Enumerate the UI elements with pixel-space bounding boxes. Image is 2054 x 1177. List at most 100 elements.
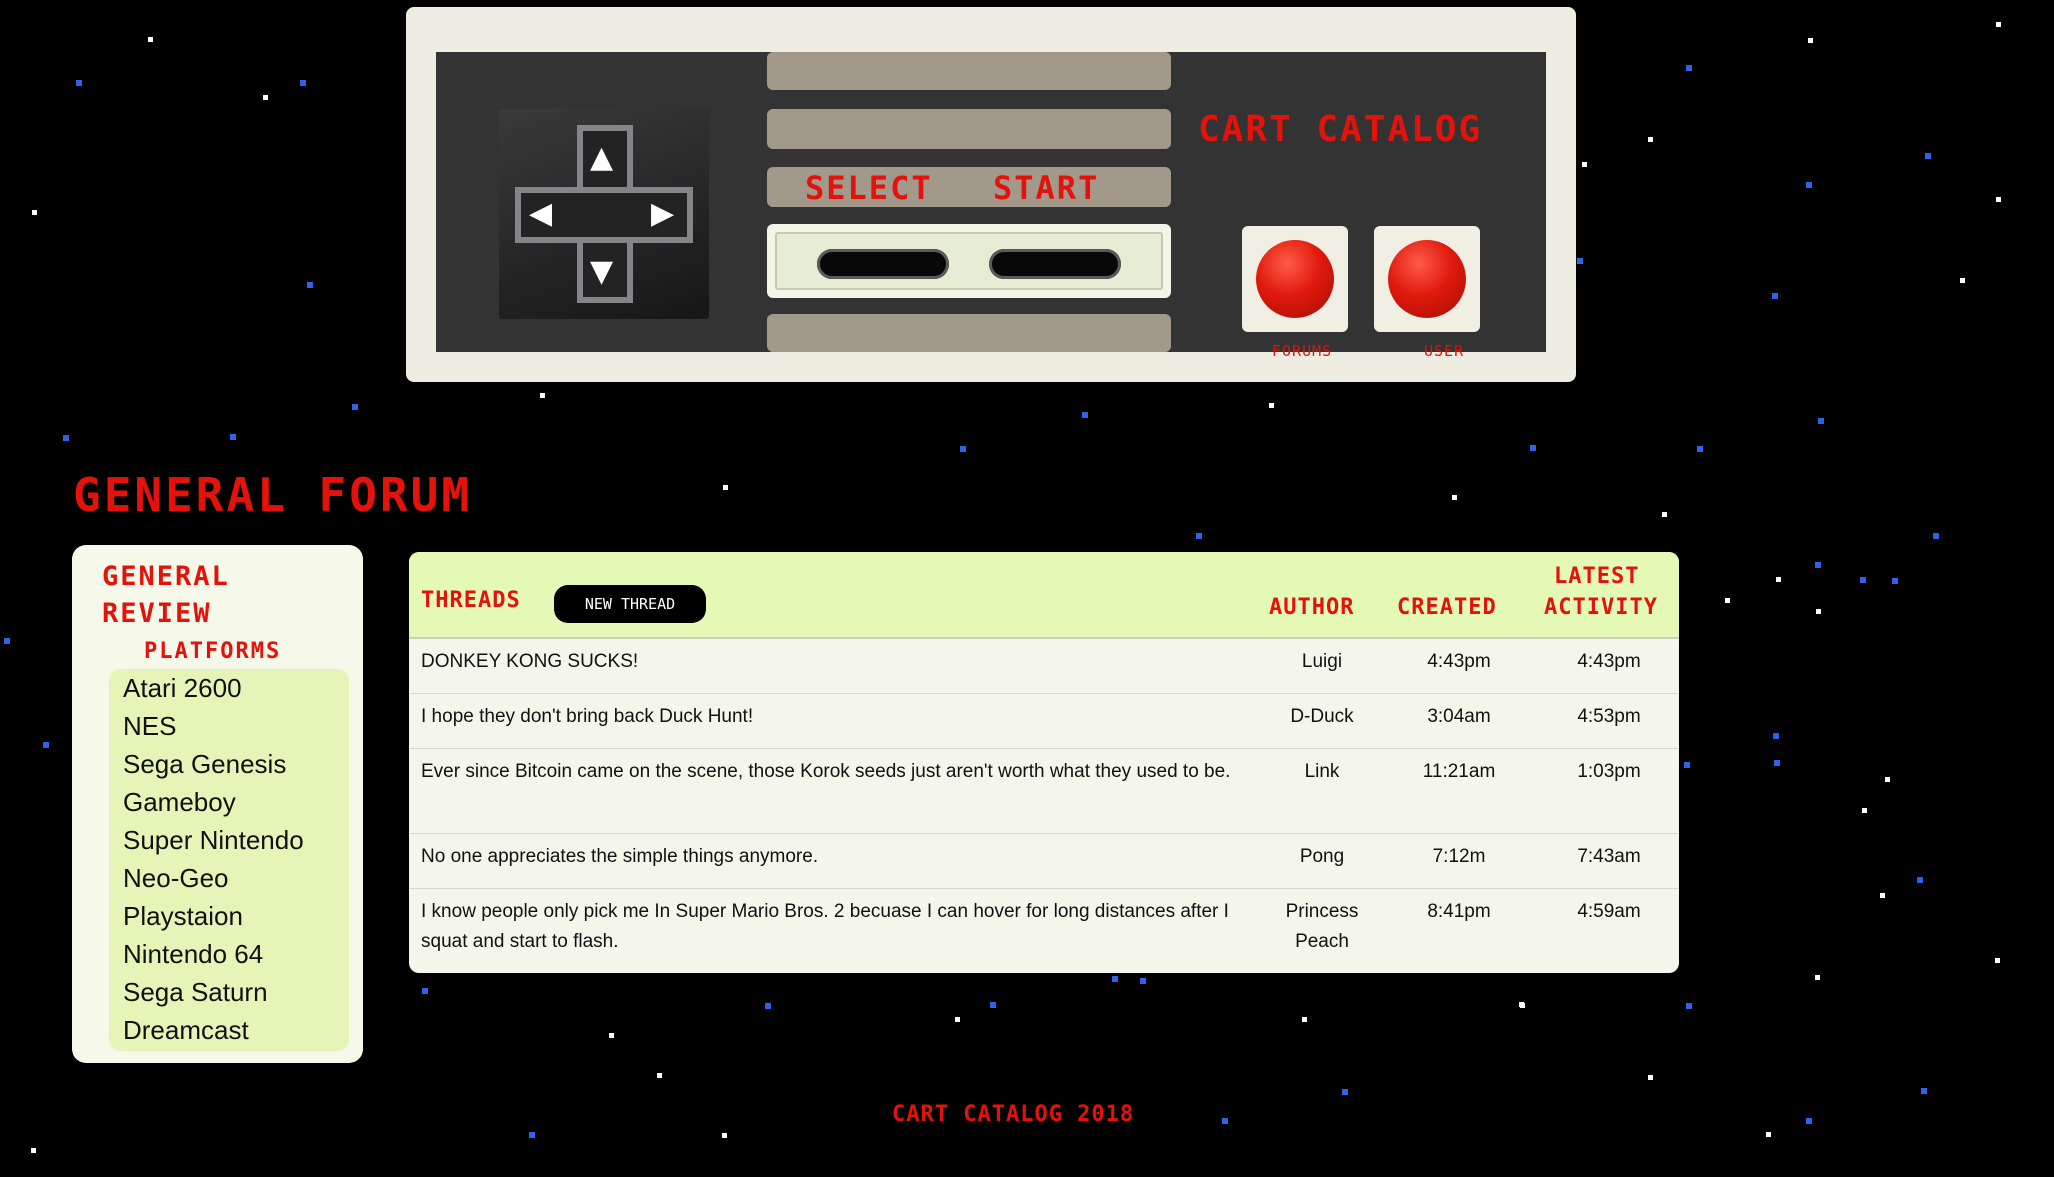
thread-title[interactable]: No one appreciates the simple things any… <box>421 842 1251 872</box>
thread-author: Pong <box>1299 846 1345 867</box>
star <box>1342 1089 1348 1095</box>
star <box>609 1033 614 1038</box>
latest-activity-header: LATEST <box>1554 564 1640 589</box>
star <box>1582 162 1587 167</box>
platform-item[interactable]: Super Nintendo <box>109 821 349 859</box>
star <box>1860 577 1866 583</box>
star <box>43 742 49 748</box>
star <box>540 393 545 398</box>
star <box>1222 1118 1228 1124</box>
star <box>1662 512 1667 517</box>
star <box>529 1132 535 1138</box>
star <box>1933 533 1939 539</box>
star <box>1302 1017 1307 1022</box>
star <box>1686 65 1692 71</box>
start-label: START <box>993 169 1100 207</box>
thread-title[interactable]: I know people only pick me In Super Mari… <box>421 897 1251 957</box>
controller-stripe <box>767 109 1171 149</box>
thread-author: Link <box>1304 761 1340 782</box>
platform-item[interactable]: Playstaion <box>109 897 349 935</box>
thread-title[interactable]: DONKEY KONG SUCKS! <box>421 647 1251 677</box>
star <box>1995 958 2000 963</box>
star <box>1816 609 1821 614</box>
sidebar-platforms-heading: PLATFORMS <box>144 639 282 664</box>
star <box>657 1073 662 1078</box>
star <box>1815 562 1821 568</box>
table-row[interactable]: Ever since Bitcoin came on the scene, th… <box>409 749 1679 834</box>
star <box>1725 598 1730 603</box>
star <box>1815 975 1820 980</box>
platform-item[interactable]: Sega Saturn <box>109 973 349 1011</box>
star <box>1577 258 1583 264</box>
platform-item[interactable]: Atari 2600 <box>109 669 349 707</box>
star <box>1686 1003 1692 1009</box>
dpad: ▲ ▼ ◀ ▶ <box>499 109 709 319</box>
select-start-panel-inner <box>775 232 1163 290</box>
star <box>1862 808 1867 813</box>
star <box>1269 403 1274 408</box>
arrow-right-icon: ▶ <box>651 196 675 231</box>
new-thread-button[interactable]: NEW THREAD <box>554 585 706 623</box>
select-start-label-bar: SELECT START <box>767 167 1171 207</box>
thread-title[interactable]: Ever since Bitcoin came on the scene, th… <box>421 757 1251 787</box>
arrow-left-icon: ◀ <box>529 196 553 231</box>
star <box>307 282 313 288</box>
star <box>148 37 153 42</box>
star <box>1520 1003 1525 1008</box>
thread-title[interactable]: I hope they don't bring back Duck Hunt! <box>421 702 1251 732</box>
platform-item[interactable]: Sega Genesis <box>109 745 349 783</box>
star <box>1806 182 1812 188</box>
thread-created: 4:43pm <box>1427 651 1491 672</box>
table-row[interactable]: No one appreciates the simple things any… <box>409 834 1679 889</box>
sidebar-link-general[interactable]: GENERAL <box>102 561 230 592</box>
site-title[interactable]: CART CATALOG <box>1198 109 1482 150</box>
table-row[interactable]: I know people only pick me In Super Mari… <box>409 889 1679 973</box>
star <box>1648 137 1653 142</box>
star <box>723 485 728 490</box>
select-button[interactable] <box>817 249 949 279</box>
thread-latest-activity: 4:59am <box>1577 901 1641 922</box>
thread-created: 8:41pm <box>1427 901 1491 922</box>
star <box>1921 1088 1927 1094</box>
select-start-panel <box>767 224 1171 298</box>
platform-item[interactable]: NES <box>109 707 349 745</box>
platform-item[interactable]: Dreamcast <box>109 1011 349 1049</box>
platform-item[interactable]: Nintendo 64 <box>109 935 349 973</box>
star <box>4 638 10 644</box>
star <box>1996 197 2001 202</box>
star <box>422 988 428 994</box>
created-column-header: CREATED <box>1397 595 1497 620</box>
footer-copyright: CART CATALOG 2018 <box>892 1102 1135 1127</box>
star <box>765 1003 771 1009</box>
table-row[interactable]: DONKEY KONG SUCKS! Luigi 4:43pm 4:43pm <box>409 639 1679 694</box>
user-button[interactable] <box>1388 240 1466 318</box>
star <box>1530 445 1536 451</box>
star <box>1806 1118 1812 1124</box>
page-title: GENERAL FORUM <box>73 468 473 522</box>
star <box>1880 893 1885 898</box>
star <box>1892 578 1898 584</box>
thread-author: D-Duck <box>1290 706 1354 727</box>
star <box>1196 533 1202 539</box>
user-button-label[interactable]: USER <box>1424 342 1464 360</box>
sidebar-link-review[interactable]: REVIEW <box>102 598 212 629</box>
star <box>1774 760 1780 766</box>
latest-activity-header: ACTIVITY <box>1544 595 1658 620</box>
controller-header: ▲ ▼ ◀ ▶ SELECT START CART CATALOG FORUMS… <box>406 7 1576 382</box>
sidebar: GENERAL REVIEW PLATFORMS Atari 2600 NES … <box>72 545 363 1063</box>
start-button[interactable] <box>989 249 1121 279</box>
table-row[interactable]: I hope they don't bring back Duck Hunt! … <box>409 694 1679 749</box>
star <box>1082 412 1088 418</box>
arrow-down-icon: ▼ <box>590 254 614 289</box>
thread-latest-activity: 7:43am <box>1577 846 1641 867</box>
platform-item[interactable]: Gameboy <box>109 783 349 821</box>
forums-button-label[interactable]: FORUMS <box>1272 342 1332 360</box>
star <box>722 1133 727 1138</box>
arrow-up-icon: ▲ <box>590 140 614 175</box>
threads-table-header: THREADS NEW THREAD AUTHOR CREATED LATEST… <box>409 552 1679 639</box>
star <box>76 80 82 86</box>
platform-item[interactable]: Neo-Geo <box>109 859 349 897</box>
star <box>1140 978 1146 984</box>
thread-author: Luigi <box>1301 651 1343 672</box>
forums-button[interactable] <box>1256 240 1334 318</box>
